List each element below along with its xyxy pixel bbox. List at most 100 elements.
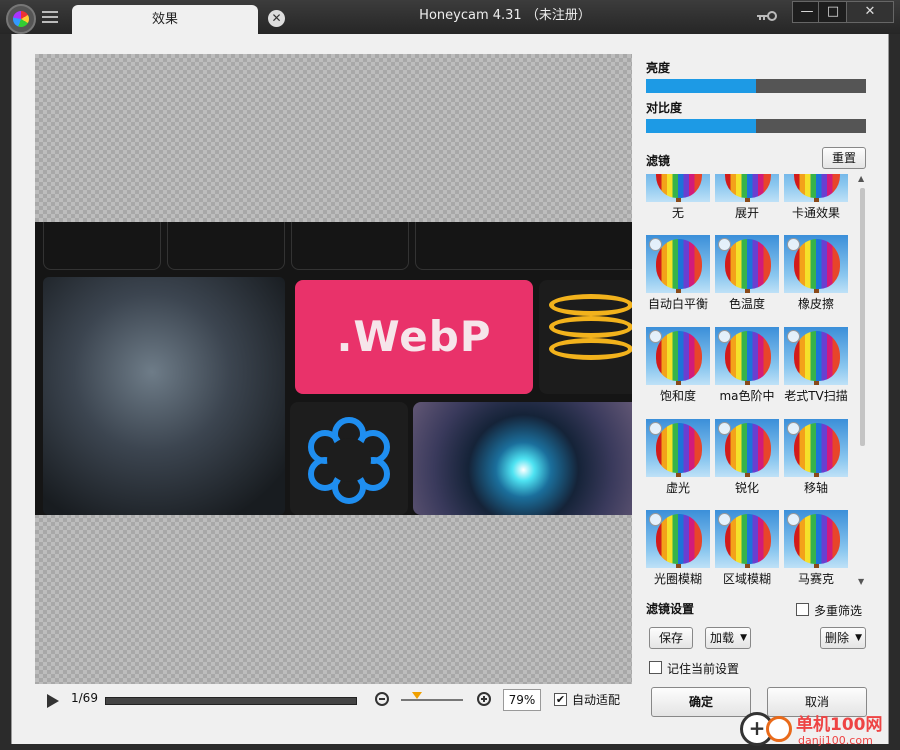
chevron-down-icon: ▼ [855, 633, 862, 643]
auto-fit-label[interactable]: 自动适配 [572, 691, 620, 708]
filter-item[interactable]: 移轴 [784, 419, 848, 507]
site-watermark: + 单机100网 danji100.com [740, 706, 900, 750]
zoom-in-icon[interactable] [477, 692, 491, 706]
filter-label: 饱和度 [659, 389, 696, 403]
auto-fit-checkbox[interactable]: ✔ [554, 693, 567, 706]
balloon-icon [725, 514, 771, 564]
menu-icon[interactable] [42, 9, 58, 25]
zoom-slider[interactable] [401, 699, 463, 701]
filter-thumbnail [784, 327, 848, 385]
delete-button[interactable]: 删除 ▼ [820, 627, 866, 649]
filter-select-radio[interactable] [649, 238, 662, 251]
coil-image [539, 280, 632, 394]
filter-item[interactable]: ma色阶中 [715, 327, 779, 415]
filter-scrollbar[interactable]: ▲ ▼ [858, 174, 866, 589]
filter-item[interactable]: 老式TV扫描 [784, 327, 848, 415]
filter-label: 无 [671, 206, 684, 220]
tab-effects[interactable]: 效果 [72, 5, 258, 34]
scroll-down-icon[interactable]: ▼ [858, 577, 864, 586]
multi-filter-label[interactable]: 多重筛选 [814, 602, 862, 619]
chevron-down-icon: ▼ [740, 633, 747, 643]
filter-thumbnail [646, 235, 710, 293]
filter-select-radio[interactable] [718, 238, 731, 251]
preview-canvas[interactable]: .WebP [35, 54, 632, 684]
filter-item[interactable]: 锐化 [715, 419, 779, 507]
brightness-slider[interactable] [646, 79, 866, 93]
filter-label: 老式TV扫描 [784, 389, 848, 403]
filter-select-radio[interactable] [649, 330, 662, 343]
filter-label: 锐化 [734, 481, 759, 495]
balloon-basket [814, 564, 819, 568]
filter-item[interactable]: 虚光 [646, 419, 710, 507]
filter-item[interactable]: 饱和度 [646, 327, 710, 415]
balloon-icon [656, 239, 702, 289]
filter-thumbnail [784, 510, 848, 568]
filter-select-radio[interactable] [787, 330, 800, 343]
scifi-room-image [43, 277, 285, 515]
contrast-slider[interactable] [646, 119, 866, 133]
balloon-basket [814, 289, 819, 293]
filter-select-radio[interactable] [718, 513, 731, 526]
filter-select-radio[interactable] [787, 513, 800, 526]
filter-select-radio[interactable] [649, 422, 662, 435]
seek-bar[interactable] [105, 697, 357, 705]
filter-item[interactable]: 色温度 [715, 235, 779, 323]
image-tile [167, 222, 285, 270]
watermark-logo-ring [766, 716, 792, 742]
zoom-value[interactable]: 79% [503, 689, 541, 711]
save-button[interactable]: 保存 [649, 627, 693, 649]
webp-logo: .WebP [295, 280, 533, 394]
contrast-fill [646, 119, 756, 133]
remember-settings-label[interactable]: 记住当前设置 [667, 660, 739, 677]
balloon-icon [656, 174, 702, 198]
zoom-slider-thumb[interactable] [412, 692, 422, 699]
balloon-basket [745, 564, 750, 568]
filter-item[interactable]: 无 [646, 174, 710, 232]
filter-thumbnail [715, 174, 779, 202]
filter-item[interactable]: 橡皮擦 [784, 235, 848, 323]
key-icon[interactable] [756, 9, 778, 23]
filter-thumbnail [715, 510, 779, 568]
preview-image: .WebP [35, 222, 632, 515]
watermark-url: danji100.com [798, 734, 873, 747]
filter-item[interactable]: 光圈模糊 [646, 510, 710, 589]
scroll-up-icon[interactable]: ▲ [858, 174, 864, 183]
zoom-out-icon[interactable] [375, 692, 389, 706]
filter-item[interactable]: 区域模糊 [715, 510, 779, 589]
tab-close-icon[interactable]: ✕ [268, 10, 285, 27]
load-button[interactable]: 加载 ▼ [705, 627, 751, 649]
balloon-icon [656, 514, 702, 564]
filter-item[interactable]: 展开 [715, 174, 779, 232]
balloon-basket [745, 473, 750, 477]
remember-settings-checkbox[interactable] [649, 661, 662, 674]
close-button[interactable]: ✕ [846, 1, 894, 23]
balloon-icon [794, 174, 840, 198]
balloon-basket [814, 198, 819, 202]
app-logo-icon[interactable] [6, 4, 36, 34]
filter-thumbnail [646, 174, 710, 202]
frame-counter: 1/69 [71, 691, 98, 705]
load-label: 加载 [710, 631, 735, 645]
watermark-text: 单机100网 [796, 715, 883, 735]
filter-select-radio[interactable] [718, 330, 731, 343]
ok-button[interactable]: 确定 [651, 687, 751, 717]
maximize-button[interactable]: □ [818, 1, 848, 23]
reset-button[interactable]: 重置 [822, 147, 866, 169]
image-tile [43, 222, 161, 270]
filter-select-radio[interactable] [787, 422, 800, 435]
filter-thumbnail [646, 510, 710, 568]
play-icon[interactable] [47, 694, 59, 708]
filter-item[interactable]: 马赛克 [784, 510, 848, 589]
balloon-basket [814, 381, 819, 385]
balloon-basket [676, 289, 681, 293]
filter-item[interactable]: 自动白平衡 [646, 235, 710, 323]
delete-label: 删除 [825, 631, 850, 645]
filter-select-radio[interactable] [718, 422, 731, 435]
filter-item[interactable]: 卡通效果 [784, 174, 848, 232]
balloon-basket [676, 198, 681, 202]
multi-filter-checkbox[interactable] [796, 603, 809, 616]
filter-select-radio[interactable] [787, 238, 800, 251]
filter-select-radio[interactable] [649, 513, 662, 526]
scroll-thumb[interactable] [860, 188, 865, 446]
balloon-basket [745, 198, 750, 202]
